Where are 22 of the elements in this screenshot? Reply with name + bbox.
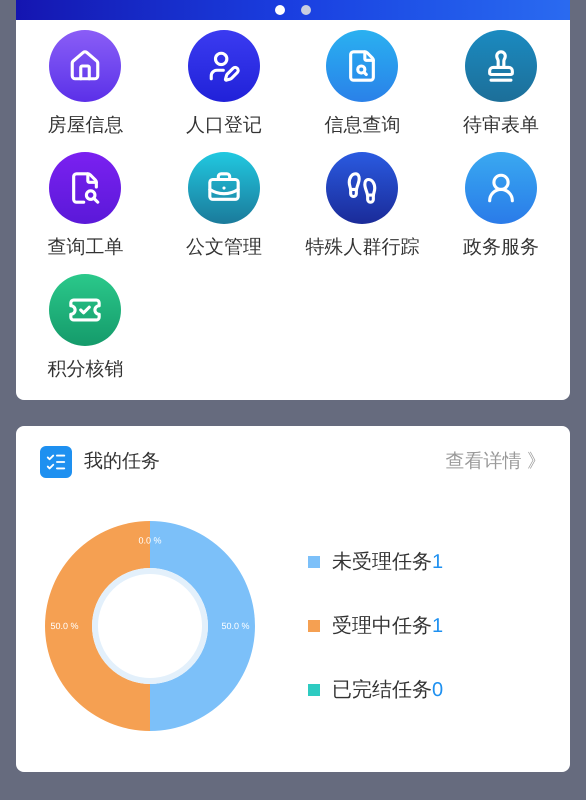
menu-label[interactable]: 政务服务 bbox=[462, 236, 539, 260]
menu-label[interactable]: 信息查询 bbox=[324, 114, 400, 138]
menu-label[interactable]: 积分核销 bbox=[47, 358, 124, 382]
menu-label[interactable]: 人口登记 bbox=[186, 114, 262, 138]
house-icon bbox=[68, 49, 102, 83]
data-label: 50.0 % bbox=[221, 621, 250, 631]
legend-label: 未受理任务 bbox=[332, 551, 432, 573]
menu-label[interactable]: 查询工单 bbox=[47, 236, 124, 260]
legend-label: 已完结任务 bbox=[332, 679, 432, 701]
menu-label[interactable]: 公文管理 bbox=[186, 236, 262, 260]
section-title: 我的任务 bbox=[84, 450, 160, 474]
data-label: 50.0 % bbox=[50, 621, 79, 631]
person-pencil-icon bbox=[206, 49, 241, 83]
task-count: 0 bbox=[432, 679, 444, 701]
task-count: 1 bbox=[432, 551, 444, 573]
task-count: 1 bbox=[432, 615, 444, 637]
footprint-icon bbox=[345, 171, 380, 205]
checklist-icon bbox=[40, 446, 72, 478]
menu-label[interactable]: 特殊人群行踪 bbox=[305, 236, 420, 260]
menu-label[interactable]: 待审表单 bbox=[462, 114, 539, 138]
menu-label[interactable]: 房屋信息 bbox=[47, 114, 124, 138]
legend-label: 受理中任务 bbox=[332, 615, 432, 637]
